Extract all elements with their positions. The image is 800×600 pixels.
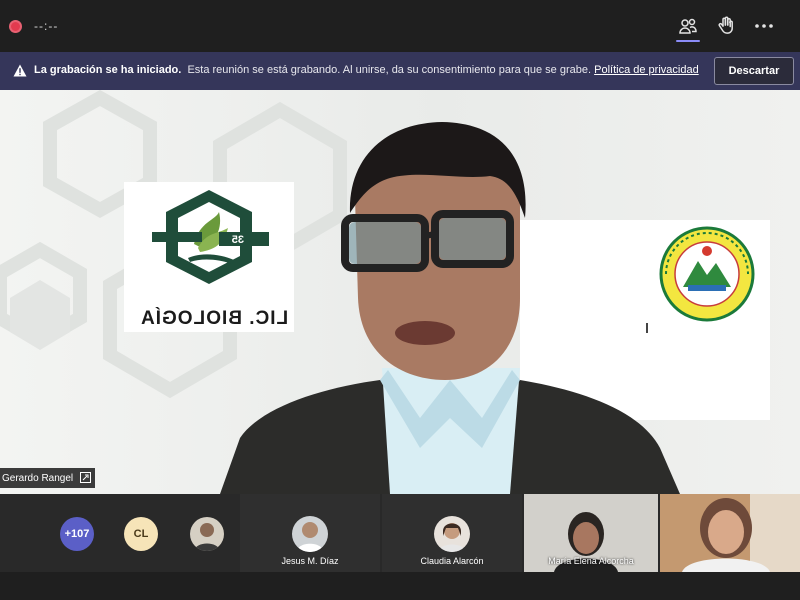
speaker-figure	[220, 122, 680, 494]
dismiss-button[interactable]: Descartar	[714, 57, 794, 85]
participant-video-tile[interactable]: María Elena Alcorcha	[524, 494, 658, 572]
overflow-participants-badge[interactable]: +107	[60, 517, 94, 551]
participant-avatar[interactable]	[190, 517, 224, 551]
banner-title: La grabación se ha iniciado.	[34, 64, 182, 76]
participant-tile[interactable]: Jesus M. Díaz	[240, 494, 380, 572]
meeting-top-bar: --:--	[0, 0, 800, 52]
bottom-bar	[0, 572, 800, 600]
participant-video	[660, 494, 800, 572]
participants-active-indicator	[676, 40, 700, 42]
speaker-name-tag: Gerardo Rangel	[0, 468, 96, 488]
recording-indicator-icon	[9, 20, 22, 33]
participant-avatar	[434, 516, 470, 552]
participant-name: Jesus M. Díaz	[281, 556, 339, 566]
banner-message: Esta reunión se está grabando. Al unirse…	[187, 64, 592, 76]
participant-video-tile[interactable]	[660, 494, 800, 572]
participant-initials-avatar[interactable]: CL	[124, 517, 158, 551]
main-speaker-video: 35 LIC. BIOLOGÍA Gerardo Rangel	[0, 90, 800, 494]
participant-avatar	[292, 516, 328, 552]
participant-name: María Elena Alcorcha	[548, 556, 634, 566]
speaker-name: Gerardo Rangel	[2, 472, 74, 484]
meeting-timer: --:--	[34, 19, 59, 33]
participants-icon[interactable]	[676, 14, 700, 38]
participant-name: Claudia Alarcón	[420, 556, 484, 566]
more-options-icon[interactable]	[752, 14, 776, 38]
raise-hand-icon[interactable]	[714, 14, 738, 38]
participant-tile[interactable]: Claudia Alarcón	[382, 494, 522, 572]
recording-banner: La grabación se ha iniciado. Esta reunió…	[0, 52, 800, 90]
privacy-policy-link[interactable]: Política de privacidad	[594, 64, 699, 76]
banner-text: La grabación se ha iniciado. Esta reunió…	[34, 64, 699, 76]
warning-icon	[13, 64, 27, 77]
pin-icon[interactable]	[80, 472, 92, 483]
